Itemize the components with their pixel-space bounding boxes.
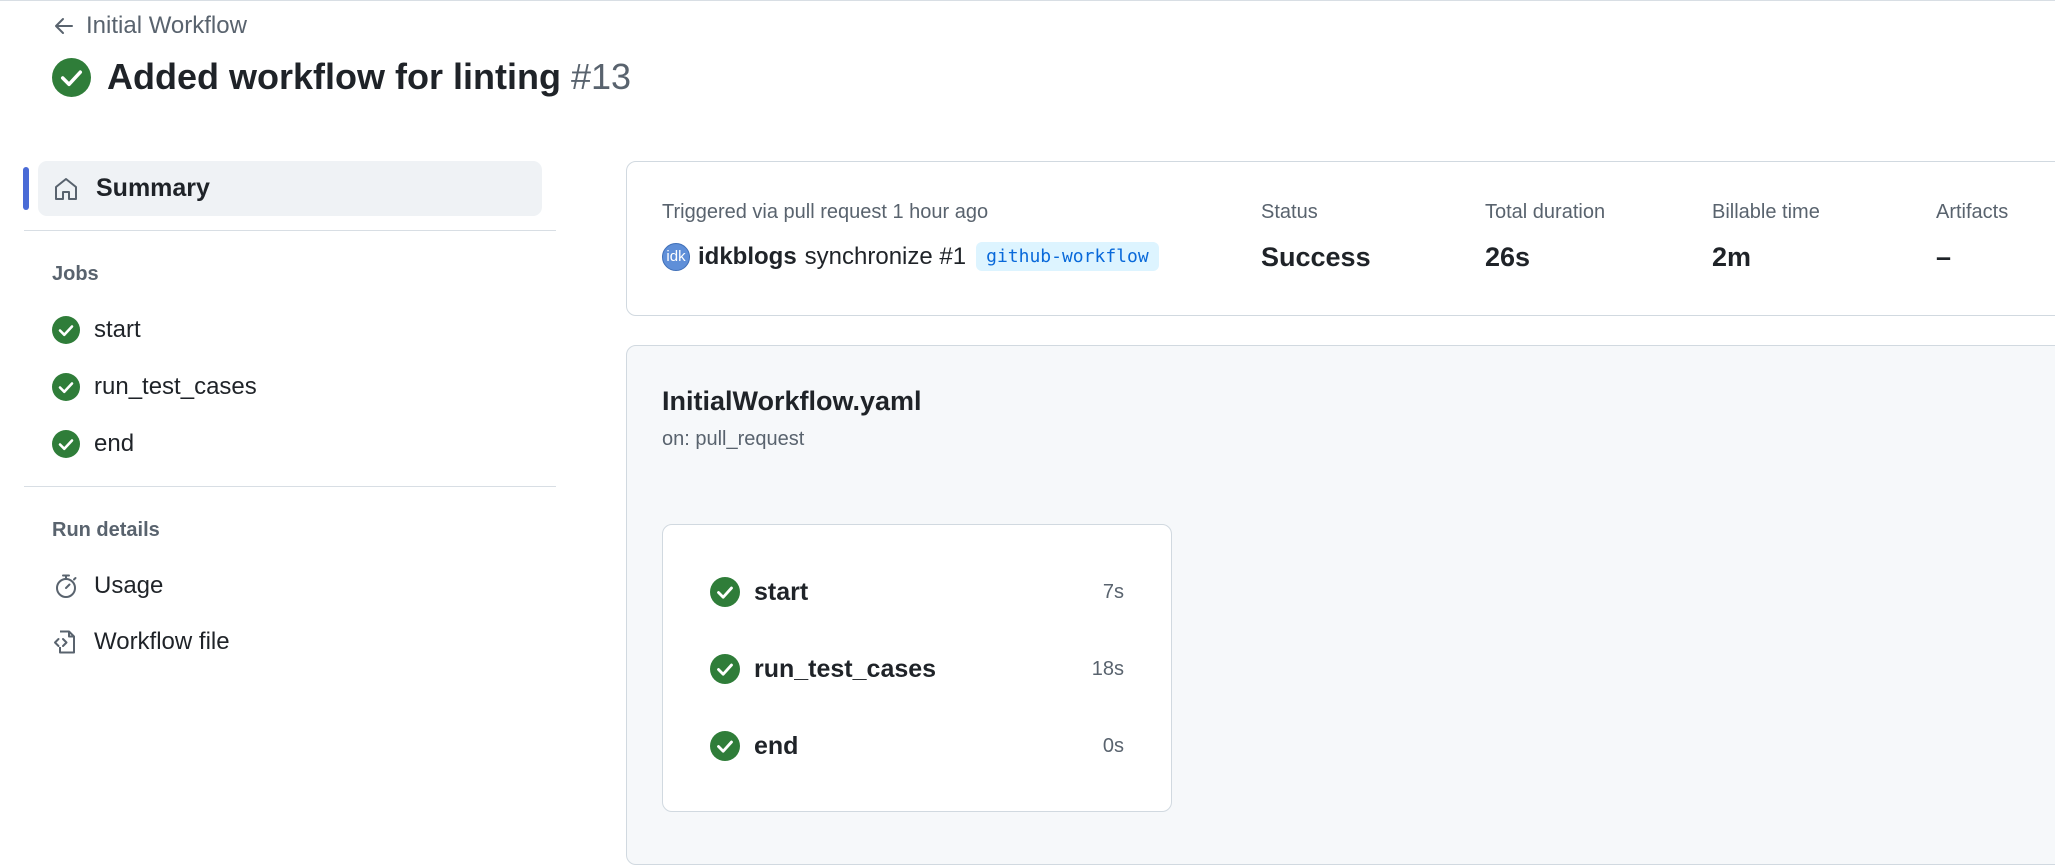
check-circle-icon	[52, 57, 91, 97]
job-duration: 0s	[1102, 734, 1124, 757]
graph-job-start[interactable]: start 7s	[710, 577, 1124, 607]
check-circle-icon	[710, 654, 740, 684]
artifacts-value: –	[1936, 242, 1952, 272]
artifacts-label: Artifacts	[1936, 201, 2009, 223]
sidebar-divider	[24, 230, 556, 231]
branch-label[interactable]: github-workflow	[976, 242, 1159, 271]
home-icon	[55, 177, 77, 200]
actor-link[interactable]: idkblogs	[698, 243, 797, 271]
run-number: #13	[570, 56, 632, 97]
sidebar-job-label: run_test_cases	[94, 373, 257, 400]
job-name: start	[754, 577, 809, 606]
status-value: Success	[1261, 242, 1371, 272]
check-circle-icon	[52, 316, 80, 344]
check-circle-icon	[710, 577, 740, 607]
sidebar-item-label: Usage	[94, 572, 164, 599]
event-text: synchronize #1	[804, 242, 967, 270]
avatar[interactable]: idk	[662, 242, 690, 271]
back-link-label: Initial Workflow	[86, 12, 247, 39]
back-link[interactable]: Initial Workflow	[52, 12, 247, 40]
page-title: Added workflow for linting #13	[52, 56, 631, 98]
trigger-details: idk idkblogs synchronize #1 github-workf…	[662, 242, 1159, 271]
check-circle-icon	[52, 430, 80, 458]
sidebar-item-workflow-file[interactable]: Workflow file	[52, 628, 230, 656]
check-circle-icon	[710, 731, 740, 761]
sidebar-item-label: Workflow file	[94, 628, 230, 655]
arrow-left-icon	[55, 18, 73, 34]
run-info-card	[626, 161, 2055, 316]
sidebar-item-usage[interactable]: Usage	[52, 572, 163, 600]
workflow-file-name: InitialWorkflow.yaml	[662, 386, 922, 416]
check-circle-icon	[52, 373, 80, 401]
top-border	[0, 0, 2055, 1]
sidebar-job-end[interactable]: end	[52, 430, 134, 458]
trigger-text: Triggered via pull request 1 hour ago	[662, 201, 989, 223]
active-indicator	[23, 167, 29, 210]
graph-job-end[interactable]: end 0s	[710, 731, 1124, 761]
stopwatch-icon	[56, 574, 77, 598]
sidebar-item-label: Summary	[96, 174, 210, 202]
job-name: run_test_cases	[754, 654, 937, 683]
total-duration-label: Total duration	[1485, 201, 1606, 223]
job-name: end	[754, 731, 799, 760]
sidebar-job-start[interactable]: start	[52, 316, 141, 344]
job-duration: 7s	[1102, 580, 1124, 603]
sidebar-divider	[24, 486, 556, 487]
status-label: Status	[1261, 201, 1318, 223]
sidebar-job-run-test-cases[interactable]: run_test_cases	[52, 373, 257, 401]
billable-time-value: 2m	[1712, 242, 1752, 272]
graph-job-run-test-cases[interactable]: run_test_cases 18s	[710, 654, 1124, 684]
sidebar-item-summary[interactable]: Summary	[38, 161, 542, 216]
job-duration: 18s	[1091, 657, 1124, 680]
sidebar-job-label: end	[94, 430, 135, 457]
billable-time-label: Billable time	[1712, 201, 1820, 223]
file-code-icon	[54, 630, 75, 654]
jobs-section-title: Jobs	[52, 263, 99, 285]
run-title: Added workflow for linting	[107, 56, 561, 97]
total-duration-value: 26s	[1485, 242, 1531, 272]
sidebar-job-label: start	[94, 316, 141, 343]
workflow-trigger: on: pull_request	[662, 428, 805, 450]
run-details-section-title: Run details	[52, 519, 160, 541]
